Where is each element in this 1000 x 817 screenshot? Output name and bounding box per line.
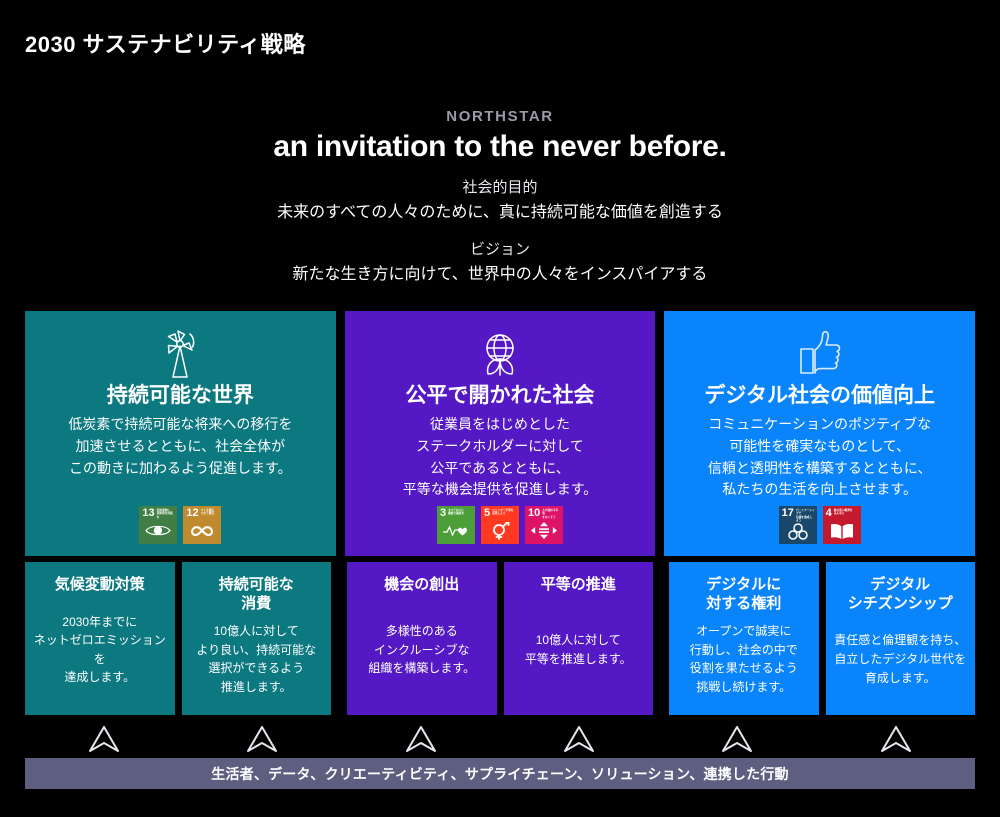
commitment-title: 気候変動対策 [54,576,145,593]
sdg-badge-10[interactable]: 10 人や国の不平等 をなくそう [525,506,563,544]
sdg-badge-12[interactable]: 12 つくる責任 つかう責任 [183,506,222,544]
sdg-number: 5 [484,507,491,519]
social-purpose-block: 社会的目的 未来のすべての人々のために、真に持続可能な価値を創造する [0,177,1000,225]
commitment-description: オープンで誠実に 行動し、社会の中で 役割を果たせるよう 挑戦し続けます。 [689,624,798,694]
sdg-number: 13 [142,507,155,519]
commitment-equality-promotion[interactable]: 平等の推進 10億人に対して 平等を推進します。 [503,562,653,715]
sdg-number: 17 [781,507,794,519]
sdg-caption: 質の高い教育を みんなに [833,509,853,516]
sdg-number: 10 [528,507,541,519]
commitment-opportunity-creation[interactable]: 機会の創出 多様性のある インクルーシブな 組織を構築します。 [347,562,497,715]
commitment-title: 機会の創出 [384,576,460,593]
chevron-cell [342,722,500,756]
chevron-up-icon [880,726,911,752]
chevron-up-icon [722,726,753,752]
sdg-number: 12 [186,507,199,519]
commitment-description: 10億人に対して 平等を推進します。 [524,633,632,666]
hero-section: NORTHSTAR an invitation to the never bef… [0,108,1000,287]
pillar-title: 持続可能な世界 [106,384,254,407]
social-purpose-label: 社会的目的 [462,179,538,196]
hero-kicker: NORTHSTAR [446,108,554,125]
footer-bar: 生活者、データ、クリエーティビティ、サプライチェーン、ソリューション、連携した行… [25,758,975,789]
vision-label: ビジョン [469,240,530,258]
pillar-description: コミュニケーションのポジティブな 可能性を確実なものとして、 信頼と透明性を構築… [707,416,932,498]
commitment-title: 持続可能な 消費 [218,576,294,612]
rings-icon [779,523,817,545]
sdg-caption: 人や国の不平等 をなくそう [542,509,559,519]
pillar-card-equitable-society[interactable]: 公平で開かれた社会 従業員をはじめとした ステークホルダーに対して 公平であると… [344,311,656,556]
sdg-badge-row: 17 パートナーシップで 目標を達成しよう 4 質の高い教育を みんなに [664,506,975,544]
infinity-icon [183,519,221,544]
chevron-cell [500,722,658,756]
thumbs-up-icon [796,325,844,381]
commitment-row: 気候変動対策 2030年までに ネットゼロエミッションを 達成します。 持続可能… [25,562,975,715]
chevron-cell [183,722,341,756]
sustainability-strategy-slide: 2030 サステナビリティ戦略 NORTHSTAR an invitation … [0,0,1000,817]
sdg-badge-4[interactable]: 4 質の高い教育を みんなに [822,506,861,544]
chevron-cell [25,722,183,756]
pillar-title: 公平で開かれた社会 [405,384,595,407]
sdg-badge-17[interactable]: 17 パートナーシップで 目標を達成しよう [778,506,817,545]
sdg-caption: ジェンダー平等を 実現しよう [492,509,514,516]
commitment-digital-citizenship[interactable]: デジタル シチズンシップ 責任感と倫理観を持ち、 自立したデジタル世代を 育成し… [825,562,975,715]
eye-globe-icon [139,519,177,544]
chevron-cell [658,722,816,756]
commitment-description: 責任感と倫理観を持ち、 自立したデジタル世代を 育成します。 [834,633,967,685]
commitment-description: 10億人に対して より良い、持続可能な 選択ができるよう 推進します。 [196,624,317,694]
vision-text: 新たな生き方に向けて、世界中の人々をインスパイアする [292,265,708,283]
sdg-caption: つくる責任 つかう責任 [200,509,215,516]
pillar-description: 従業員をはじめとした ステークホルダーに対して 公平であるとともに、 平等な機会… [402,416,598,498]
sdg-number: 3 [440,507,447,519]
sdg-caption: すべての人に 健康と福祉を [448,509,465,516]
hero-headline: an invitation to the never before. [273,130,727,163]
sdg-caption: パートナーシップで 目標を達成しよう [795,509,815,523]
sdg-badge-13[interactable]: 13 気候変動に 具体的な対策を [139,506,178,544]
sdg-badge-row: 3 すべての人に 健康と福祉を 5 ジェンダー平等を 実現しよう 10 人や国の… [345,506,656,544]
commitment-title: デジタル シチズンシップ [847,576,953,612]
commitment-title: 平等の推進 [540,576,616,593]
commitment-title: デジタルに 対する権利 [706,576,782,612]
commitment-climate-action[interactable]: 気候変動対策 2030年までに ネットゼロエミッションを 達成します。 [25,562,175,715]
heartbeat-icon [437,519,475,544]
wind-turbine-icon [158,325,202,381]
pillar-description: 低炭素で持続可能な将来への移行を 加速させるとともに、社会全体が この動きに加わ… [68,416,293,476]
sdg-number: 4 [825,507,832,519]
commitment-digital-rights[interactable]: デジタルに 対する権利 オープンで誠実に 行動し、社会の中で 役割を果たせるよう… [669,562,819,715]
sdg-badge-5[interactable]: 5 ジェンダー平等を 実現しよう [481,506,519,544]
globe-leaves-icon [476,325,524,381]
sdg-caption: 気候変動に 具体的な対策を [156,509,173,519]
pillar-card-sustainable-world[interactable]: 持続可能な世界 低炭素で持続可能な将来への移行を 加速させるとともに、社会全体が… [25,311,336,556]
chevron-up-icon [89,726,120,752]
book-icon [823,519,861,544]
chevron-up-icon [247,726,278,752]
chevron-up-icon [564,726,595,752]
pillar-card-digital-society[interactable]: デジタル社会の価値向上 コミュニケーションのポジティブな 可能性を確実なものとし… [664,311,976,556]
chevron-cell [817,722,975,756]
equal-arrows-icon [525,519,563,544]
pillar-card-row: 持続可能な世界 低炭素で持続可能な将来への移行を 加速させるとともに、社会全体が… [25,311,976,556]
commitment-sustainable-consumption[interactable]: 持続可能な 消費 10億人に対して より良い、持続可能な 選択ができるよう 推進… [181,562,331,715]
chevron-up-icon [405,726,436,752]
vision-block: ビジョン 新たな生き方に向けて、世界中の人々をインスパイアする [0,239,1000,287]
gender-icon [481,519,519,544]
pillar-title: デジタル社会の価値向上 [704,384,935,407]
page-title: 2030 サステナビリティ戦略 [25,32,306,57]
chevron-row [25,722,975,756]
social-purpose-text: 未来のすべての人々のために、真に持続可能な価値を創造する [277,203,723,221]
commitment-description: 多様性のある インクルーシブな 組織を構築します。 [368,623,476,676]
footer-text: 生活者、データ、クリエーティビティ、サプライチェーン、ソリューション、連携した行… [211,765,789,782]
sdg-badge-row: 13 気候変動に 具体的な対策を 12 つくる責任 つかう責任 [25,506,336,544]
commitment-description: 2030年までに ネットゼロエミッションを 達成します。 [33,614,166,685]
sdg-badge-3[interactable]: 3 すべての人に 健康と福祉を [437,506,475,544]
